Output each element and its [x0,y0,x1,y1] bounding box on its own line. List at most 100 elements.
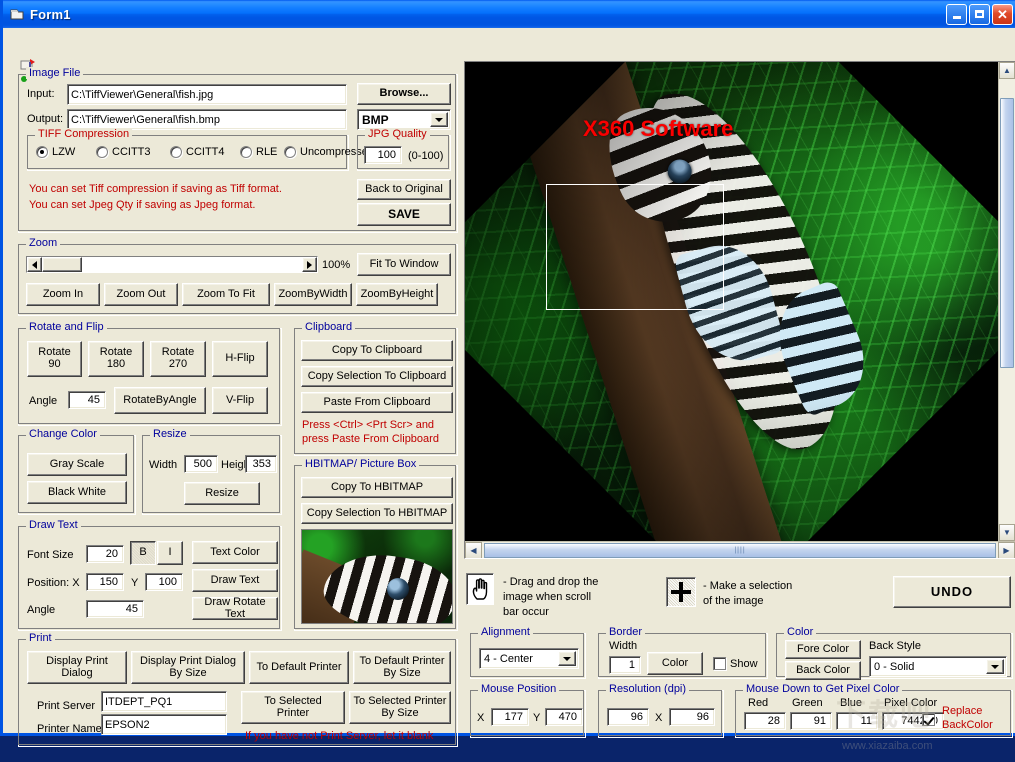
zoom-to-fit-button[interactable]: Zoom To Fit [182,283,270,306]
tiff-compression-group: TIFF Compression LZW CCITT3 CCITT4 RLE [27,135,349,171]
zoom-scroll-thumb[interactable] [42,257,82,272]
jpg-quality-field[interactable]: 100 [364,146,402,164]
viewer-vertical-scrollbar[interactable]: ▲ ▼ [998,62,1015,541]
to-default-printer-by-size-line2: By Size [383,668,420,680]
back-style-combo[interactable]: 0 - Solid [869,656,1007,677]
paste-from-clipboard-button[interactable]: Paste From Clipboard [301,392,453,413]
clipboard-hint-line2: press Paste From Clipboard [302,433,439,445]
resize-button[interactable]: Resize [184,482,260,505]
border-width-field[interactable]: 1 [609,656,641,674]
copy-to-hbitmap-button[interactable]: Copy To HBITMAP [301,477,453,498]
output-format-combo[interactable]: BMP [357,109,451,130]
vertical-scroll-thumb[interactable] [1000,98,1014,368]
radio-dot-icon [36,146,48,158]
draw-text-button[interactable]: Draw Text [192,569,278,592]
minimize-button[interactable] [946,4,967,25]
bold-toggle-button[interactable]: B [130,541,156,565]
selection-rectangle[interactable] [546,184,724,310]
border-show-checkbox[interactable]: Show [713,657,758,670]
printer-name-field[interactable]: EPSON2 [101,714,227,735]
to-default-printer-button[interactable]: To Default Printer [249,651,349,684]
print-server-hint: If you have not Print Server, let it bla… [245,730,433,742]
scroll-down-button[interactable]: ▼ [999,524,1015,541]
hbitmap-picture-box[interactable] [301,529,453,624]
rotate-90-button[interactable]: Rotate 90 [27,341,82,377]
to-selected-printer-by-size-button[interactable]: To Selected Printer By Size [349,691,451,724]
image-viewer[interactable]: X360 Software ▲ ▼ ◀ |||| ▶ [464,61,1015,559]
horizontal-scroll-thumb[interactable]: |||| [484,543,996,558]
copy-selection-to-hbitmap-button[interactable]: Copy Selection To HBITMAP [301,503,453,524]
position-x-field[interactable]: 150 [86,573,124,591]
border-width-label: Width [609,640,637,652]
zoom-in-button[interactable]: Zoom In [26,283,100,306]
scroll-up-button[interactable]: ▲ [999,62,1015,79]
italic-toggle-button[interactable]: I [157,541,183,565]
scroll-left-button[interactable]: ◀ [465,542,482,559]
zoom-scroll-track[interactable] [82,257,302,272]
tiff-compression-caption: TIFF Compression [35,128,132,140]
back-to-original-button[interactable]: Back to Original [357,179,451,200]
chevron-down-icon[interactable] [986,659,1004,674]
rotate-angle-field[interactable]: 45 [68,391,106,409]
copy-to-clipboard-button[interactable]: Copy To Clipboard [301,340,453,361]
radio-lzw[interactable]: LZW [36,146,75,158]
back-color-button[interactable]: Back Color [785,661,861,680]
rotate-180-button[interactable]: Rotate 180 [88,341,144,377]
to-default-printer-by-size-button[interactable]: To Default Printer By Size [353,651,451,684]
rotate-by-angle-button[interactable]: RotateByAngle [114,387,206,414]
zoom-by-width-button[interactable]: ZoomByWidth [274,283,352,306]
h-flip-button[interactable]: H-Flip [212,341,268,377]
zoom-scroll-left-button[interactable] [27,257,42,272]
green-label: Green [792,697,823,709]
resize-group: Resize Width 500 Height 353 Resize [142,435,282,515]
print-server-field[interactable]: ITDEPT_PQ1 [101,691,227,712]
radio-ccitt3[interactable]: CCITT3 [96,146,151,158]
draw-text-angle-field[interactable]: 45 [86,600,144,618]
resize-height-field[interactable]: 353 [245,455,277,473]
v-flip-button[interactable]: V-Flip [212,387,268,414]
fore-color-button[interactable]: Fore Color [785,640,861,659]
resolution-x-field[interactable]: 96 [607,708,649,726]
zoom-scrollbar[interactable] [26,256,318,273]
chevron-down-icon[interactable] [430,112,448,127]
change-color-caption: Change Color [26,428,100,440]
fit-to-window-button[interactable]: Fit To Window [357,253,451,276]
chevron-down-icon[interactable] [558,651,576,666]
scroll-right-button[interactable]: ▶ [998,542,1015,559]
save-button[interactable]: SAVE [357,203,451,226]
close-button[interactable]: ✕ [992,4,1013,25]
font-size-field[interactable]: 20 [86,545,124,563]
black-white-button[interactable]: Black White [27,481,127,504]
color-caption: Color [784,626,816,638]
border-color-button[interactable]: Color [647,652,703,675]
alignment-combo[interactable]: 4 - Center [479,648,579,669]
maximize-button[interactable] [969,4,990,25]
alignment-group: Alignment 4 - Center [470,633,586,679]
browse-button[interactable]: Browse... [357,83,451,105]
copy-selection-to-clipboard-button[interactable]: Copy Selection To Clipboard [301,366,453,387]
undo-button[interactable]: UNDO [893,576,1011,608]
rotate-270-button[interactable]: Rotate 270 [150,341,206,377]
display-print-dialog-button[interactable]: Display Print Dialog [27,651,127,684]
radio-ccitt4[interactable]: CCITT4 [170,146,225,158]
border-group: Border Width 1 Color Show [598,633,768,679]
input-label: Input: [27,88,55,100]
display-print-dialog-by-size-button[interactable]: Display Print Dialog By Size [131,651,245,684]
resolution-y-field[interactable]: 96 [669,708,715,726]
resize-width-field[interactable]: 500 [184,455,218,473]
draw-rotate-text-button[interactable]: Draw Rotate Text [192,597,278,620]
radio-rle[interactable]: RLE [240,146,277,158]
replace-backcolor-checkbox[interactable] [922,713,939,726]
output-path-field[interactable]: C:\TiffViewer\General\fish.bmp [67,109,347,130]
position-y-field[interactable]: 100 [145,573,183,591]
text-color-button[interactable]: Text Color [192,541,278,564]
to-selected-printer-button[interactable]: To Selected Printer [241,691,345,724]
zoom-scroll-right-button[interactable] [302,257,317,272]
gray-scale-button[interactable]: Gray Scale [27,453,127,476]
viewer-horizontal-scrollbar[interactable]: ◀ |||| ▶ [465,541,1015,558]
image-canvas[interactable]: X360 Software [465,62,998,541]
zoom-out-button[interactable]: Zoom Out [104,283,178,306]
zoom-by-height-button[interactable]: ZoomByHeight [356,283,438,306]
radio-dot-icon [240,146,252,158]
input-path-field[interactable]: C:\TiffViewer\General\fish.jpg [67,84,347,105]
